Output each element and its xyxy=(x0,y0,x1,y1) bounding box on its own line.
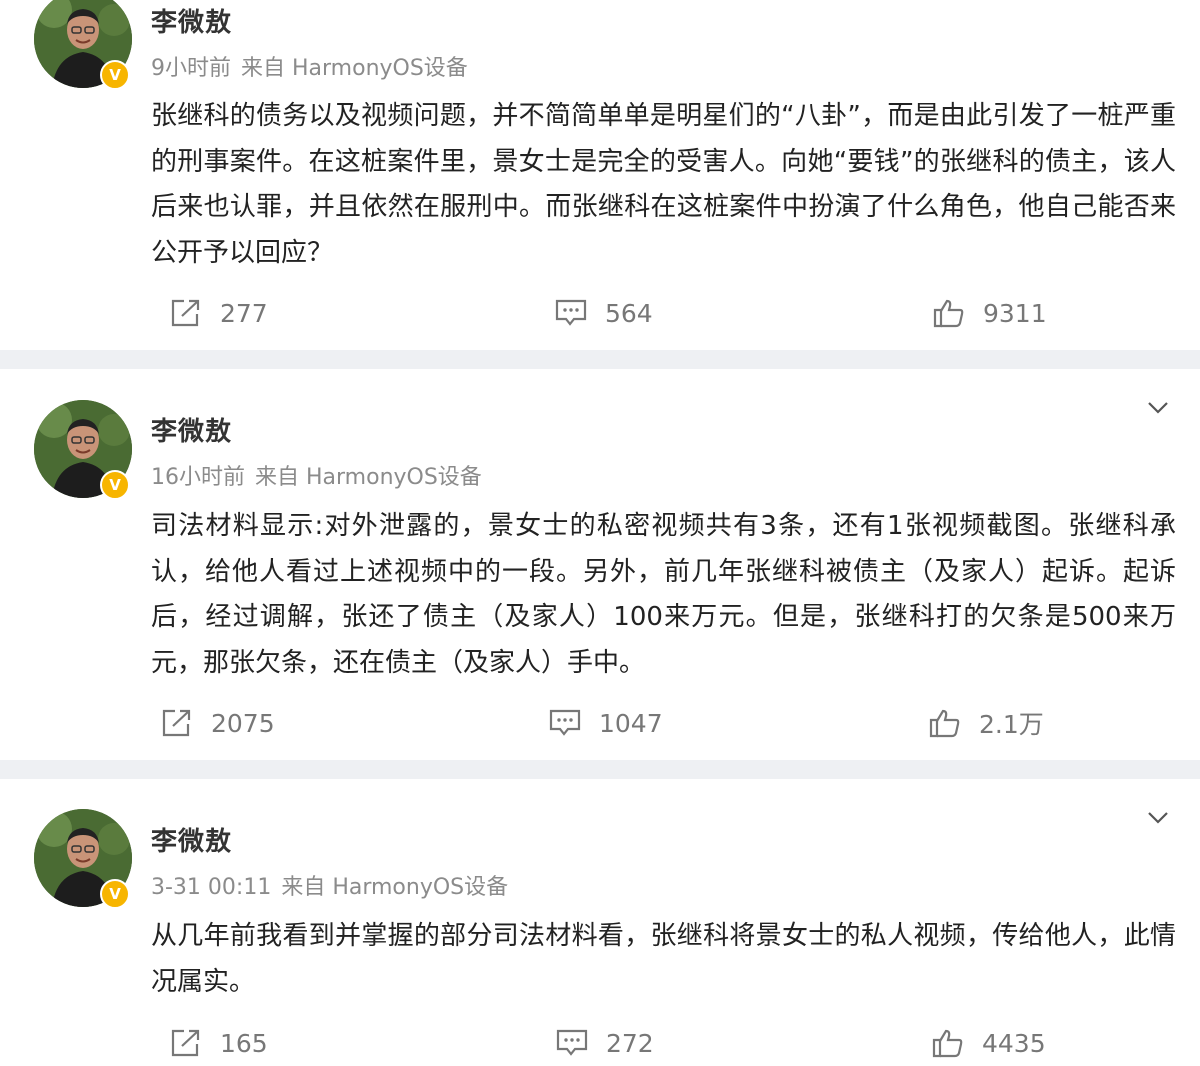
post-separator xyxy=(0,350,1200,369)
like-count: 2.1万 xyxy=(979,710,1044,739)
post-actions: 277 564 9311 xyxy=(0,293,1200,333)
verified-badge-icon: V xyxy=(100,879,130,909)
post-card: V 李微敖 3-31 00:11 来自 HarmonyOS设备 从几年前我看到并掌… xyxy=(0,779,1200,1066)
comment-count: 564 xyxy=(605,298,653,328)
post-text: 张继科的债务以及视频问题，并不简简单单是明星们的“八卦”，而是由此引发了一桩严重… xyxy=(151,101,1176,268)
repost-count: 165 xyxy=(220,1028,268,1058)
post-actions: 2075 1047 2.1万 xyxy=(0,703,1200,743)
avatar[interactable]: V xyxy=(34,0,132,90)
post-meta: 9小时前 来自 HarmonyOS设备 xyxy=(151,50,468,82)
repost-icon xyxy=(171,299,200,327)
comment-button[interactable]: 1047 xyxy=(549,703,663,743)
verified-badge-icon: V xyxy=(100,470,130,500)
thumbs-up-icon xyxy=(933,299,964,328)
verified-badge-icon: V xyxy=(100,60,130,90)
avatar[interactable]: V xyxy=(34,809,132,909)
chevron-down-icon[interactable] xyxy=(1146,395,1170,419)
repost-button[interactable]: 2075 xyxy=(161,703,275,743)
repost-count: 2075 xyxy=(211,708,275,738)
post-card: V 李微敖 9小时前 来自 HarmonyOS设备 张继科的债务以及视频问题，并不… xyxy=(0,0,1200,350)
repost-count: 277 xyxy=(220,298,268,328)
like-button[interactable]: 9311 xyxy=(933,293,1047,333)
comment-button[interactable]: 564 xyxy=(555,293,653,333)
repost-button[interactable]: 165 xyxy=(170,1023,268,1063)
post-source: 来自 HarmonyOS设备 xyxy=(241,56,468,81)
post-time: 9小时前 xyxy=(151,56,231,81)
author-name[interactable]: 李微敖 xyxy=(151,411,232,448)
comment-button[interactable]: 272 xyxy=(556,1023,654,1063)
like-count: 4435 xyxy=(982,1028,1046,1058)
like-button[interactable]: 4435 xyxy=(932,1023,1046,1063)
comment-icon xyxy=(555,299,587,326)
comment-count: 272 xyxy=(606,1028,654,1058)
post-source: 来自 HarmonyOS设备 xyxy=(255,465,482,490)
post-time: 16小时前 xyxy=(151,465,245,490)
post-time: 3-31 00:11 xyxy=(151,875,272,900)
like-button[interactable]: 2.1万 xyxy=(929,703,1044,743)
repost-icon xyxy=(171,1029,200,1057)
repost-icon xyxy=(162,709,191,737)
chevron-down-icon[interactable] xyxy=(1146,805,1170,829)
comment-icon xyxy=(556,1029,588,1056)
post-separator xyxy=(0,760,1200,779)
post-text: 从几年前我看到并掌握的部分司法材料看，张继科将景女士的私人视频，传给他人，此情况… xyxy=(151,921,1176,997)
post-text: 司法材料显示:对外泄露的，景女士的私密视频共有3条，还有1张视频截图。张继科承认… xyxy=(151,511,1176,678)
post-meta: 16小时前 来自 HarmonyOS设备 xyxy=(151,459,482,491)
thumbs-up-icon xyxy=(929,709,960,738)
author-name[interactable]: 李微敖 xyxy=(151,2,232,39)
comment-count: 1047 xyxy=(599,708,663,738)
thumbs-up-icon xyxy=(932,1029,963,1058)
repost-button[interactable]: 277 xyxy=(170,293,268,333)
post-source: 来自 HarmonyOS设备 xyxy=(281,875,509,900)
post-card: V 李微敖 16小时前 来自 HarmonyOS设备 司法材料显示:对外泄露的，景… xyxy=(0,369,1200,760)
post-meta: 3-31 00:11 来自 HarmonyOS设备 xyxy=(151,869,508,901)
avatar[interactable]: V xyxy=(34,400,132,500)
comment-icon xyxy=(549,709,581,736)
like-count: 9311 xyxy=(983,298,1047,328)
author-name[interactable]: 李微敖 xyxy=(151,821,232,858)
post-actions: 165 272 4435 xyxy=(0,1023,1200,1063)
